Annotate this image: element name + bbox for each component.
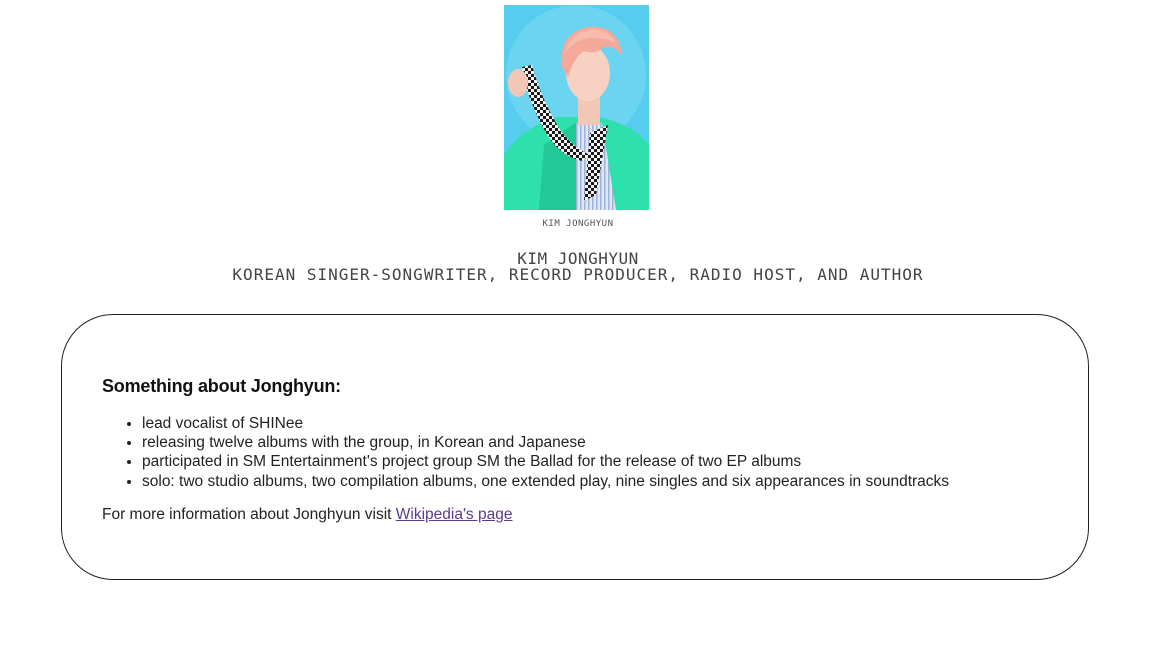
wikipedia-link[interactable]: Wikipedia's page (396, 506, 513, 523)
list-item: releasing twelve albums with the group, … (142, 433, 949, 452)
info-card: Something about Jonghyun: lead vocalist … (61, 314, 1089, 580)
list-item: solo: two studio albums, two compilation… (142, 472, 949, 491)
list-item: participated in SM Entertainment's proje… (142, 452, 949, 471)
list-item: lead vocalist of SHINee (142, 414, 949, 433)
card-heading: Something about Jonghyun: (102, 376, 341, 396)
portrait-image (504, 5, 649, 210)
facts-list: lead vocalist of SHINee releasing twelve… (102, 414, 949, 491)
page-subtitle: Korean singer-songwriter, record produce… (232, 265, 924, 284)
more-info-label: For more information about Jonghyun visi… (102, 506, 396, 523)
more-info-text: For more information about Jonghyun visi… (102, 506, 512, 524)
portrait-caption: Kim Jonghyun (542, 219, 614, 229)
